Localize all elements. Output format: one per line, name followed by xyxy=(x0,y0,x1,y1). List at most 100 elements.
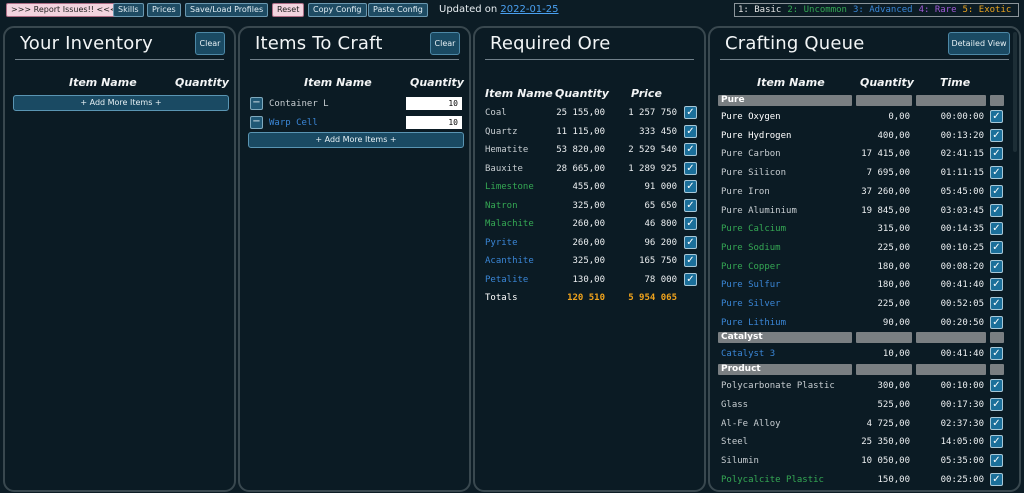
queue-item-qty: 7 695,00 xyxy=(866,168,910,179)
ore-checkbox[interactable]: ✓ xyxy=(684,124,697,138)
queue-item-time: 00:10:25 xyxy=(940,242,984,253)
ore-row: Limestone 455,00 91 000 ✓ xyxy=(475,178,704,196)
ore-price: 1 257 750 xyxy=(628,108,677,118)
queue-item-name: Pure Sodium xyxy=(721,242,781,253)
queue-checkbox[interactable]: ✓ xyxy=(990,184,1003,198)
ore-qty: 260,00 xyxy=(572,219,605,229)
queue-item-qty: 225,00 xyxy=(877,299,910,309)
queue-checkbox[interactable]: ✓ xyxy=(990,110,1003,123)
craft-add-items-button[interactable]: + Add More Items + xyxy=(248,132,464,148)
ore-checkbox[interactable]: ✓ xyxy=(684,272,697,286)
queue-item-qty: 180,00 xyxy=(877,280,910,291)
queue-checkbox[interactable]: ✓ xyxy=(990,472,1003,486)
ore-checkbox[interactable]: ✓ xyxy=(684,217,697,230)
ore-qty: 260,00 xyxy=(572,237,605,248)
queue-row: Pure Lithium 90,00 00:20:50 ✓ xyxy=(710,314,1019,332)
ore-qty: 25 155,00 xyxy=(556,108,605,118)
section-bar-time xyxy=(916,364,986,376)
section-bar-qty xyxy=(856,95,912,106)
queue-title: Crafting Queue xyxy=(725,33,865,54)
section-label: Catalyst xyxy=(721,332,763,343)
queue-item-name: Pure Copper xyxy=(721,261,781,272)
queue-col-time: Time xyxy=(940,76,971,89)
craft-title: Items To Craft xyxy=(255,33,383,54)
queue-checkbox[interactable]: ✓ xyxy=(990,203,1003,217)
ore-col-name: Item Name xyxy=(485,87,553,100)
queue-row: Pure Aluminium 19 845,00 03:03:45 ✓ xyxy=(710,202,1019,220)
queue-item-time: 01:11:15 xyxy=(940,168,984,179)
inventory-col-name: Item Name xyxy=(69,76,137,89)
queue-checkbox[interactable]: ✓ xyxy=(990,416,1003,430)
inventory-clear-button[interactable]: Clear xyxy=(195,32,225,55)
queue-checkbox[interactable]: ✓ xyxy=(990,222,1003,236)
queue-item-name: Pure Carbon xyxy=(721,149,781,160)
remove-item-button[interactable]: − xyxy=(250,97,263,110)
queue-checkbox[interactable]: ✓ xyxy=(990,147,1003,161)
ore-checkbox[interactable]: ✓ xyxy=(684,143,697,156)
queue-row: Pure Silver 225,00 00:52:05 ✓ xyxy=(710,295,1019,313)
queue-item-qty: 150,00 xyxy=(877,474,910,485)
queue-checkbox[interactable]: ✓ xyxy=(990,166,1003,180)
ore-checkbox[interactable]: ✓ xyxy=(684,198,697,212)
ore-checkbox[interactable]: ✓ xyxy=(684,254,697,267)
queue-section-header: Product xyxy=(710,364,1019,376)
queue-scrollbar[interactable] xyxy=(1013,32,1017,152)
craft-clear-button[interactable]: Clear xyxy=(430,32,460,55)
ore-price: 165 750 xyxy=(639,256,677,266)
inventory-add-items-button[interactable]: + Add More Items + xyxy=(13,95,229,111)
ore-qty: 28 665,00 xyxy=(556,163,605,174)
ore-col-qty: Quantity xyxy=(555,87,609,100)
queue-checkbox[interactable]: ✓ xyxy=(990,315,1003,329)
queue-checkbox[interactable]: ✓ xyxy=(990,379,1003,393)
queue-checkbox[interactable]: ✓ xyxy=(990,347,1003,361)
queue-checkbox[interactable]: ✓ xyxy=(990,278,1003,292)
queue-section-header: Pure xyxy=(710,95,1019,107)
queue-checkbox[interactable]: ✓ xyxy=(990,259,1003,273)
ore-row: Hematite 53 820,00 2 529 540 ✓ xyxy=(475,141,704,159)
skills-button[interactable]: Skills xyxy=(113,3,144,17)
ore-price: 333 450 xyxy=(639,126,677,137)
queue-checkbox[interactable]: ✓ xyxy=(990,397,1003,411)
reset-button[interactable]: Reset xyxy=(272,3,305,17)
section-bar-check xyxy=(990,364,1004,376)
queue-checkbox[interactable]: ✓ xyxy=(990,435,1003,449)
ore-checkbox[interactable]: ✓ xyxy=(684,235,697,249)
queue-panel: Crafting Queue Detailed View Item Name Q… xyxy=(708,26,1021,492)
queue-item-time: 00:13:20 xyxy=(940,130,984,141)
ore-checkbox[interactable]: ✓ xyxy=(684,161,697,175)
prices-button[interactable]: Prices xyxy=(147,3,181,17)
ore-name: Acanthite xyxy=(485,256,534,266)
queue-checkbox[interactable]: ✓ xyxy=(990,240,1003,254)
queue-checkbox[interactable]: ✓ xyxy=(990,297,1003,310)
detailed-view-button[interactable]: Detailed View xyxy=(948,32,1010,55)
report-issues-button[interactable]: >>> Report Issues!! <<< xyxy=(6,3,122,17)
queue-item-qty: 10,00 xyxy=(882,349,910,360)
queue-item-name: Glass xyxy=(721,399,749,410)
queue-checkbox[interactable]: ✓ xyxy=(990,128,1003,142)
queue-row: Steel 25 350,00 14:05:00 ✓ xyxy=(710,433,1019,451)
ore-col-price: Price xyxy=(631,87,662,100)
queue-item-time: 00:14:35 xyxy=(940,224,984,235)
save-load-profiles-button[interactable]: Save/Load Profiles xyxy=(185,3,269,17)
queue-item-qty: 19 845,00 xyxy=(861,205,910,216)
ore-name: Coal xyxy=(485,108,507,118)
ore-checkbox[interactable]: ✓ xyxy=(684,106,697,119)
queue-section-header: Catalyst xyxy=(710,332,1019,344)
ore-totals-row: Totals 120 510 5 954 065 xyxy=(475,289,704,307)
remove-item-button[interactable]: − xyxy=(250,116,263,129)
queue-item-name: Pure Silicon xyxy=(721,168,787,179)
paste-config-button[interactable]: Paste Config xyxy=(368,3,428,17)
section-bar-time xyxy=(916,332,986,344)
copy-config-button[interactable]: Copy Config xyxy=(308,3,367,17)
queue-checkbox[interactable]: ✓ xyxy=(990,453,1003,467)
ore-row: Bauxite 28 665,00 1 289 925 ✓ xyxy=(475,160,704,178)
updated-date-link[interactable]: 2022-01-25 xyxy=(500,4,558,15)
ore-row: Quartz 11 115,00 333 450 ✓ xyxy=(475,123,704,141)
ore-name: Hematite xyxy=(485,145,529,155)
ore-qty: 325,00 xyxy=(572,256,605,266)
craft-item-qty-input[interactable]: 10 xyxy=(406,116,462,129)
craft-item-qty-input[interactable]: 10 xyxy=(406,97,462,110)
ore-checkbox[interactable]: ✓ xyxy=(684,180,697,193)
ore-price: 1 289 925 xyxy=(628,163,677,174)
ore-price: 78 000 xyxy=(644,274,677,285)
